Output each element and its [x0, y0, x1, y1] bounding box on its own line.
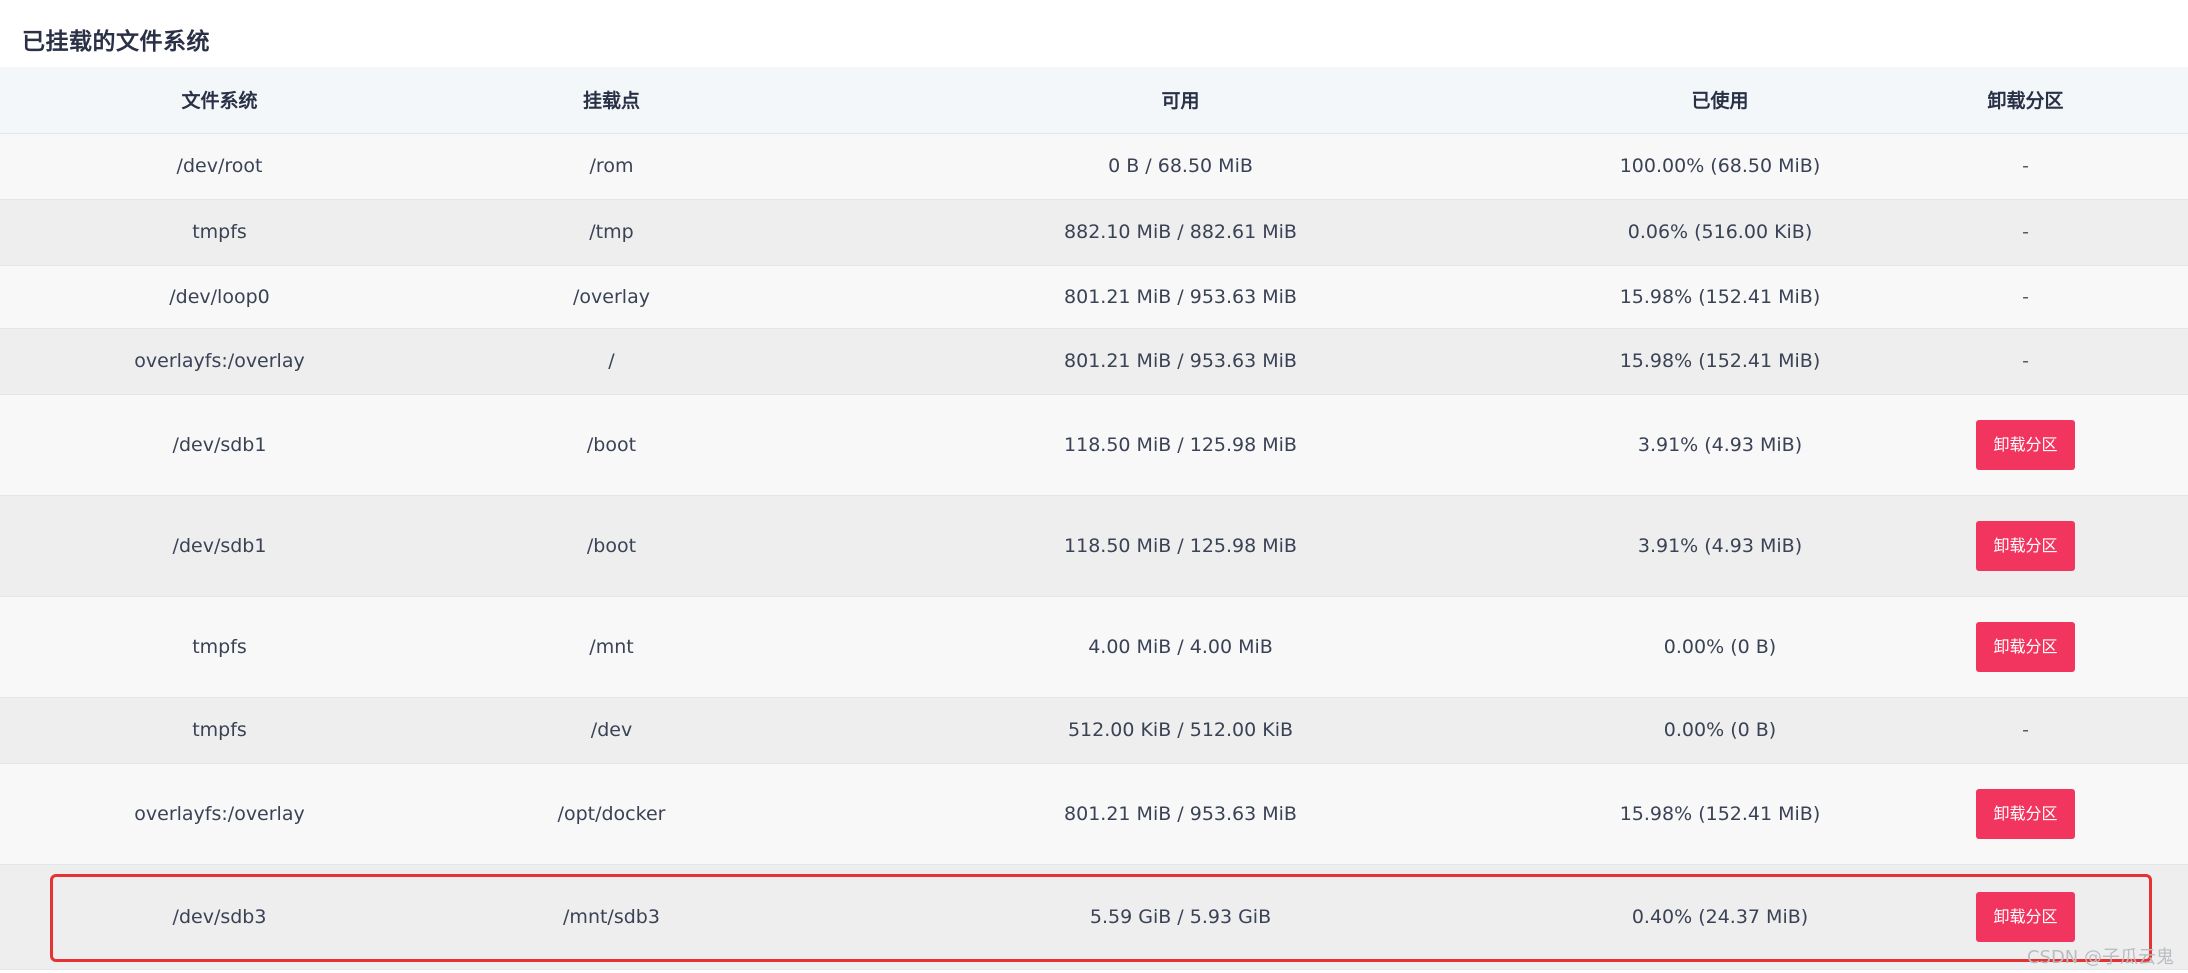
- unmount-partition-button[interactable]: 卸载分区: [1976, 891, 2075, 942]
- column-header-used: 已使用: [1577, 67, 1863, 134]
- column-header-available: 可用: [784, 67, 1577, 134]
- cell-unmount: 卸载分区: [1863, 394, 2188, 496]
- table-body: /dev/root/rom 0 B / 68.50 MiB 100.00% (68.…: [0, 133, 2188, 970]
- table-header-row: 文件系统 挂载点 可用 已使用 卸载分区: [0, 67, 2188, 134]
- cell-available: 5.59 GiB / 5.93 GiB: [784, 864, 1577, 970]
- cell-used: 3.91% (4.93 MiB): [1577, 394, 1863, 496]
- cell-unmount: -: [1863, 199, 2188, 266]
- unmount-partition-button[interactable]: 卸载分区: [1976, 520, 2075, 571]
- cell-available: 512.00 KiB / 512.00 KiB: [784, 697, 1577, 764]
- no-action-dash: -: [2022, 350, 2029, 372]
- cell-mountpoint: /mnt: [439, 596, 784, 698]
- cell-mountpoint: /mnt/sdb3: [439, 864, 784, 970]
- unmount-partition-button[interactable]: 卸载分区: [1976, 788, 2075, 839]
- cell-used: 0.06% (516.00 KiB): [1577, 199, 1863, 266]
- cell-unmount: -: [1863, 265, 2188, 329]
- table-row: /dev/root/rom 0 B / 68.50 MiB 100.00% (68.…: [0, 133, 2188, 200]
- cell-available: 801.21 MiB / 953.63 MiB: [784, 265, 1577, 329]
- section-title: 已挂载的文件系统: [22, 29, 210, 55]
- table-row: /dev/sdb3/mnt/sdb3 5.59 GiB / 5.93 GiB 0.4…: [0, 864, 2188, 970]
- cell-filesystem: overlayfs:/overlay: [0, 763, 439, 865]
- cell-used: 0.00% (0 B): [1577, 697, 1863, 764]
- cell-unmount: 卸载分区: [1863, 495, 2188, 597]
- cell-used: 0.00% (0 B): [1577, 596, 1863, 698]
- cell-used: 100.00% (68.50 MiB): [1577, 133, 1863, 200]
- cell-unmount: 卸载分区: [1863, 596, 2188, 698]
- cell-filesystem: tmpfs: [0, 199, 439, 266]
- cell-mountpoint: /rom: [439, 133, 784, 200]
- cell-filesystem: /dev/sdb3: [0, 864, 439, 970]
- cell-filesystem: overlayfs:/overlay: [0, 328, 439, 395]
- table-header: 文件系统 挂载点 可用 已使用 卸载分区: [0, 67, 2188, 134]
- cell-used: 15.98% (152.41 MiB): [1577, 763, 1863, 865]
- cell-mountpoint: /boot: [439, 394, 784, 496]
- cell-filesystem: /dev/sdb1: [0, 394, 439, 496]
- cell-mountpoint: /: [439, 328, 784, 395]
- table-row: tmpfs/tmp 882.10 MiB / 882.61 MiB 0.06% (5…: [0, 199, 2188, 266]
- column-header-mountpoint: 挂载点: [439, 67, 784, 134]
- unmount-partition-button[interactable]: 卸载分区: [1976, 621, 2075, 672]
- cell-used: 3.91% (4.93 MiB): [1577, 495, 1863, 597]
- cell-used: 0.40% (24.37 MiB): [1577, 864, 1863, 970]
- table-row: overlayfs:/overlay/801.21 MiB / 953.63 M…: [0, 328, 2188, 395]
- table-row: /dev/loop0/overlay 801.21 MiB / 953.63 Mi…: [0, 265, 2188, 329]
- cell-filesystem: tmpfs: [0, 596, 439, 698]
- cell-available: 0 B / 68.50 MiB: [784, 133, 1577, 200]
- table-row: overlayfs:/overlay/opt/docker 801.21 MiB …: [0, 763, 2188, 865]
- table-row: /dev/sdb1/boot 118.50 MiB / 125.98 MiB 3.9…: [0, 394, 2188, 496]
- cell-available: 882.10 MiB / 882.61 MiB: [784, 199, 1577, 266]
- cell-unmount: -: [1863, 697, 2188, 764]
- no-action-dash: -: [2022, 221, 2029, 243]
- watermark: CSDN @子瓜云鬼: [2026, 947, 2174, 968]
- column-header-filesystem: 文件系统: [0, 67, 439, 134]
- cell-filesystem: /dev/root: [0, 133, 439, 200]
- table-row: tmpfs/mnt 4.00 MiB / 4.00 MiB 0.00% (0 B) 卸…: [0, 596, 2188, 698]
- mounted-filesystems-table: 文件系统 挂载点 可用 已使用 卸载分区 /dev/root/rom 0 B / …: [0, 67, 2188, 970]
- table-row: tmpfs/dev 512.00 KiB / 512.00 KiB 0.00% (0…: [0, 697, 2188, 764]
- cell-available: 4.00 MiB / 4.00 MiB: [784, 596, 1577, 698]
- cell-mountpoint: /boot: [439, 495, 784, 597]
- cell-mountpoint: /dev: [439, 697, 784, 764]
- cell-available: 118.50 MiB / 125.98 MiB: [784, 394, 1577, 496]
- no-action-dash: -: [2022, 285, 2029, 308]
- cell-unmount: 卸载分区: [1863, 763, 2188, 865]
- cell-mountpoint: /tmp: [439, 199, 784, 266]
- column-header-unmount: 卸载分区: [1863, 67, 2188, 134]
- cell-available: 801.21 MiB / 953.63 MiB: [784, 763, 1577, 865]
- unmount-partition-button[interactable]: 卸载分区: [1976, 419, 2075, 470]
- no-action-dash: -: [2022, 155, 2029, 177]
- table-row: /dev/sdb1/boot 118.50 MiB / 125.98 MiB 3.9…: [0, 495, 2188, 597]
- cell-mountpoint: /opt/docker: [439, 763, 784, 865]
- cell-used: 15.98% (152.41 MiB): [1577, 265, 1863, 329]
- cell-filesystem: /dev/loop0: [0, 265, 439, 329]
- cell-filesystem: tmpfs: [0, 697, 439, 764]
- cell-available: 801.21 MiB / 953.63 MiB: [784, 328, 1577, 395]
- cell-used: 15.98% (152.41 MiB): [1577, 328, 1863, 395]
- cell-mountpoint: /overlay: [439, 265, 784, 329]
- cell-filesystem: /dev/sdb1: [0, 495, 439, 597]
- cell-unmount: -: [1863, 328, 2188, 395]
- cell-unmount: -: [1863, 133, 2188, 200]
- no-action-dash: -: [2022, 719, 2029, 741]
- cell-available: 118.50 MiB / 125.98 MiB: [784, 495, 1577, 597]
